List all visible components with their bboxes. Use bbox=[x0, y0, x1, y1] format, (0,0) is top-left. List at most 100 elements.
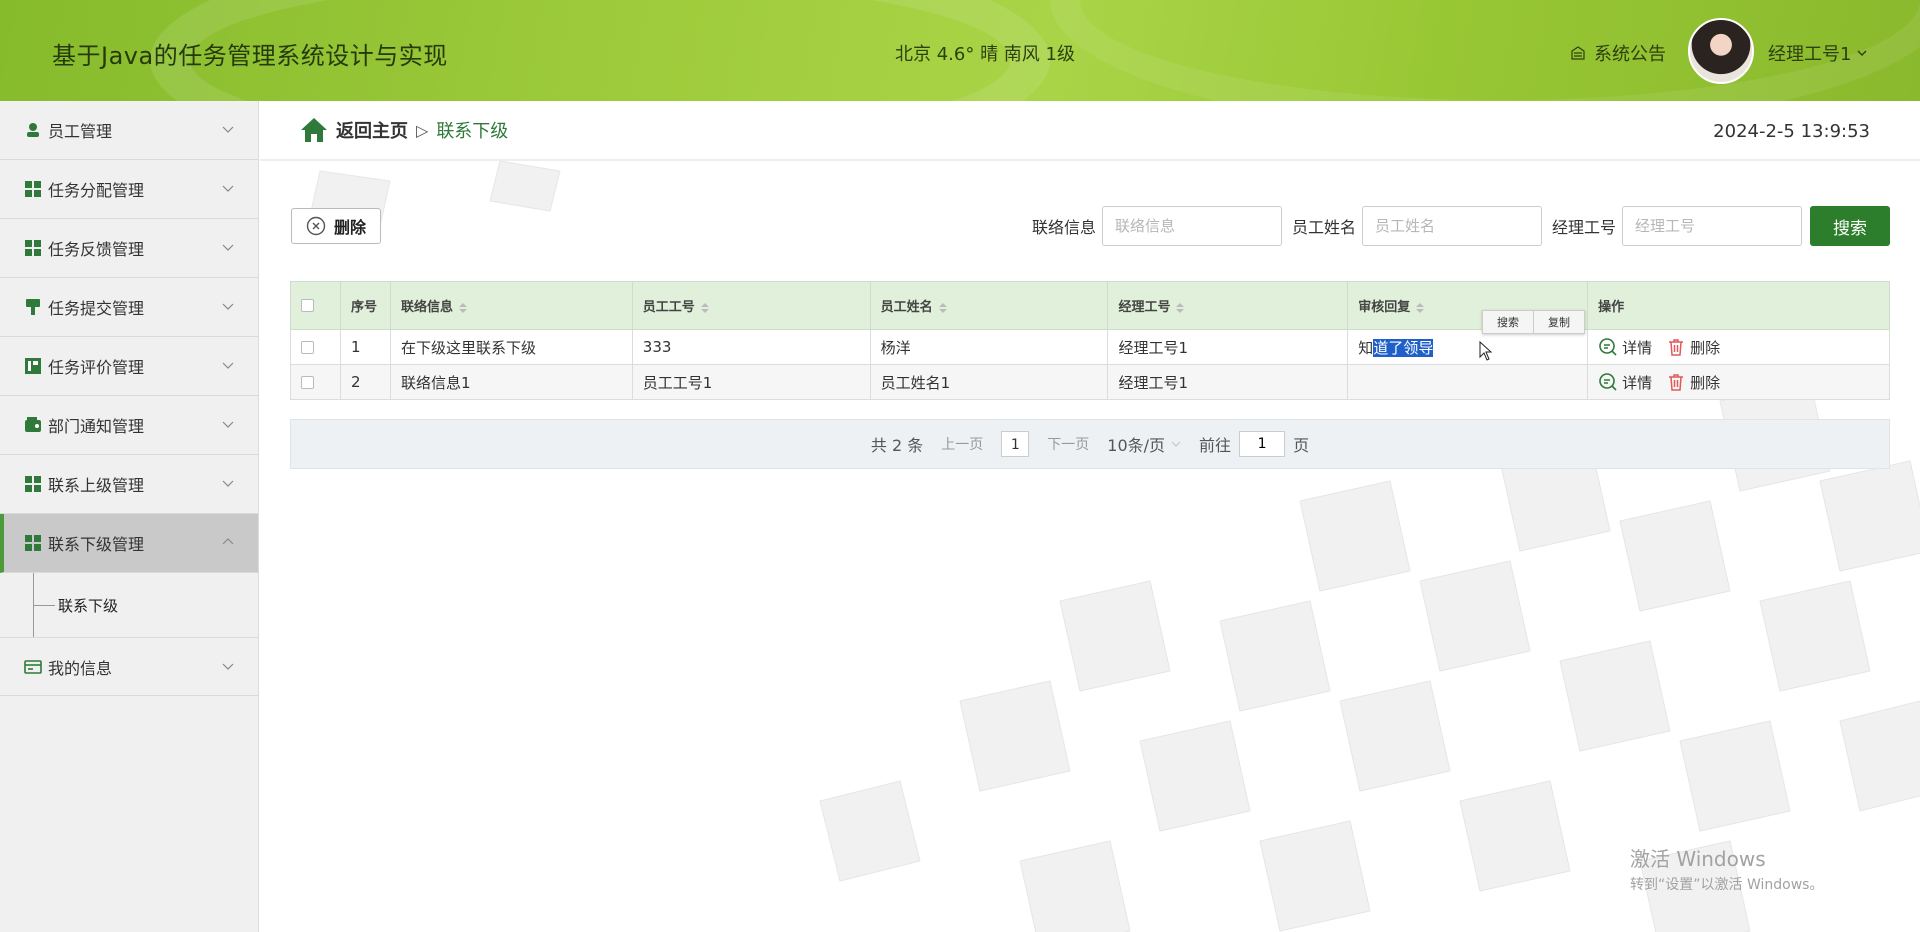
col-header-label: 员工姓名 bbox=[880, 300, 933, 315]
sort-icon[interactable] bbox=[938, 302, 947, 313]
sort-icon[interactable] bbox=[458, 302, 467, 313]
sidebar-item-my-info[interactable]: 我的信息 bbox=[0, 637, 258, 696]
col-header-label: 员工工号 bbox=[642, 300, 695, 315]
delete-button[interactable]: 删除 bbox=[1666, 337, 1720, 358]
trash-icon bbox=[1669, 339, 1684, 356]
sidebar-item-contact-superior[interactable]: 联系上级管理 bbox=[0, 455, 258, 514]
search-bar: 联络信息 员工姓名 经理工号 搜索 bbox=[1028, 206, 1890, 246]
cell-no: 2 bbox=[339, 364, 391, 400]
user-menu[interactable]: 经理工号1 bbox=[1768, 40, 1867, 66]
table-header-row: 序号 联络信息 员工工号 员工姓名 经理工号 审核回复 操作 bbox=[290, 281, 1890, 330]
sort-icon[interactable] bbox=[1416, 302, 1425, 313]
sidebar-item-label: 任务评价管理 bbox=[48, 358, 145, 377]
grid-icon bbox=[25, 476, 41, 492]
system-title: 基于Java的任务管理系统设计与实现 bbox=[52, 42, 448, 70]
notice-link[interactable]: 系统公告 bbox=[1570, 40, 1666, 66]
home-icon[interactable] bbox=[300, 117, 328, 143]
sidebar-item-label: 员工管理 bbox=[48, 122, 113, 141]
goto-label: 前往 bbox=[1199, 436, 1232, 455]
user-icon bbox=[27, 123, 39, 137]
wallet-icon bbox=[25, 417, 41, 432]
watermark-line-1: 激活 Windows bbox=[1630, 847, 1766, 871]
sidebar-item-label: 任务提交管理 bbox=[48, 299, 145, 318]
emp-name-search-input[interactable] bbox=[1361, 206, 1542, 246]
detail-label: 详情 bbox=[1622, 373, 1653, 392]
emp-name-label: 员工姓名 bbox=[1291, 218, 1356, 237]
select-all-cell[interactable] bbox=[290, 281, 341, 330]
delete-button[interactable]: 删除 bbox=[1666, 372, 1720, 393]
windows-activation-watermark: 激活 Windows 转到“设置”以激活 Windows。 bbox=[1630, 843, 1823, 894]
row-select-cell[interactable] bbox=[290, 329, 341, 365]
row-select-cell[interactable] bbox=[290, 364, 341, 400]
row-checkbox[interactable] bbox=[301, 341, 314, 354]
sidebar-item-contact-subordinate[interactable]: 联系下级管理 bbox=[0, 514, 258, 573]
page-number-1[interactable]: 1 bbox=[1001, 431, 1030, 457]
info-search-input[interactable] bbox=[1101, 206, 1282, 246]
goto-page-input[interactable] bbox=[1239, 431, 1286, 457]
page-size-select[interactable]: 10条/页 bbox=[1107, 432, 1181, 456]
col-header-mgr-id[interactable]: 经理工号 bbox=[1107, 281, 1349, 330]
search-button[interactable]: 搜索 bbox=[1810, 206, 1890, 246]
sort-icon[interactable] bbox=[1176, 302, 1185, 313]
sidebar-item-task-feedback[interactable]: 任务反馈管理 bbox=[0, 219, 258, 278]
context-copy-button[interactable]: 复制 bbox=[1534, 311, 1584, 333]
batch-delete-button[interactable]: 删除 bbox=[291, 208, 381, 244]
batch-delete-label: 删除 bbox=[333, 218, 366, 237]
next-page-button[interactable]: 下一页 bbox=[1047, 434, 1089, 454]
avatar[interactable] bbox=[1688, 18, 1754, 84]
grid-icon bbox=[25, 240, 41, 256]
sidebar-item-label: 部门通知管理 bbox=[48, 417, 145, 436]
sidebar-item-employee[interactable]: 员工管理 bbox=[0, 101, 258, 160]
mgr-id-search-input[interactable] bbox=[1622, 206, 1802, 246]
sort-icon[interactable] bbox=[700, 302, 709, 313]
data-table: 序号 联络信息 员工工号 员工姓名 经理工号 审核回复 操作 1 在下级这里联系… bbox=[290, 281, 1890, 400]
goto-page: 前往 页 bbox=[1199, 431, 1309, 457]
main-content: 返回主页 ▷ 联系下级 2024-2-5 13:9:53 删除 联络信息 员工姓… bbox=[260, 101, 1920, 932]
col-header-info[interactable]: 联络信息 bbox=[389, 281, 633, 330]
delete-label: 删除 bbox=[1690, 373, 1721, 392]
circle-close-icon bbox=[306, 216, 326, 236]
search-detail-icon bbox=[1599, 338, 1617, 356]
trash-icon bbox=[1669, 374, 1684, 391]
sidebar-item-task-evaluate[interactable]: 任务评价管理 bbox=[0, 337, 258, 396]
mgr-id-label: 经理工号 bbox=[1551, 218, 1616, 237]
detail-button[interactable]: 详情 bbox=[1598, 337, 1652, 358]
chart-icon bbox=[25, 358, 41, 374]
brush-icon bbox=[26, 299, 40, 315]
cell-emp-id: 333 bbox=[631, 329, 871, 365]
col-header-actions: 操作 bbox=[1587, 281, 1890, 330]
sidebar-item-task-assign[interactable]: 任务分配管理 bbox=[0, 160, 258, 219]
selection-context-menu: 搜索 复制 bbox=[1482, 310, 1585, 334]
detail-label: 详情 bbox=[1622, 338, 1653, 357]
chevron-down-icon bbox=[1171, 441, 1181, 447]
current-datetime: 2024-2-5 13:9:53 bbox=[1713, 121, 1870, 142]
row-checkbox[interactable] bbox=[301, 376, 314, 389]
breadcrumb-home-link[interactable]: 返回主页 bbox=[336, 117, 408, 143]
pagination: 共 2 条 上一页 1 下一页 10条/页 前往 页 bbox=[290, 419, 1890, 469]
cell-actions: 详情 删除 bbox=[1587, 364, 1890, 400]
context-search-button[interactable]: 搜索 bbox=[1483, 311, 1534, 333]
breadcrumb-bar: 返回主页 ▷ 联系下级 2024-2-5 13:9:53 bbox=[260, 101, 1920, 161]
sidebar-item-dept-notice[interactable]: 部门通知管理 bbox=[0, 396, 258, 455]
page-size-value: 10条/页 bbox=[1107, 436, 1166, 455]
top-header: 基于Java的任务管理系统设计与实现 北京 4.6° 晴 南风 1级 系统公告 … bbox=[0, 0, 1920, 101]
chevron-down-icon bbox=[222, 244, 234, 251]
prev-page-button[interactable]: 上一页 bbox=[941, 434, 983, 454]
watermark-line-2: 转到“设置”以激活 Windows。 bbox=[1630, 877, 1824, 893]
cell-mgr-id: 经理工号1 bbox=[1107, 364, 1349, 400]
detail-button[interactable]: 详情 bbox=[1598, 372, 1652, 393]
reply-text-selected: 道了领导 bbox=[1373, 338, 1434, 357]
sidebar-subitem-contact-subordinate[interactable]: 联系下级 bbox=[0, 573, 258, 637]
mouse-cursor-icon bbox=[1479, 341, 1493, 361]
col-header-emp-id[interactable]: 员工工号 bbox=[631, 281, 871, 330]
sidebar-item-task-submit[interactable]: 任务提交管理 bbox=[0, 278, 258, 337]
chevron-down-icon bbox=[1857, 50, 1867, 57]
search-detail-icon bbox=[1599, 373, 1617, 391]
weather-info: 北京 4.6° 晴 南风 1级 bbox=[895, 44, 1075, 65]
cell-mgr-id: 经理工号1 bbox=[1107, 329, 1349, 365]
chevron-down-icon bbox=[222, 185, 234, 192]
chevron-down-icon bbox=[222, 303, 234, 310]
select-all-checkbox[interactable] bbox=[301, 299, 314, 312]
cell-actions: 详情 删除 bbox=[1587, 329, 1890, 365]
col-header-emp-name[interactable]: 员工姓名 bbox=[869, 281, 1109, 330]
